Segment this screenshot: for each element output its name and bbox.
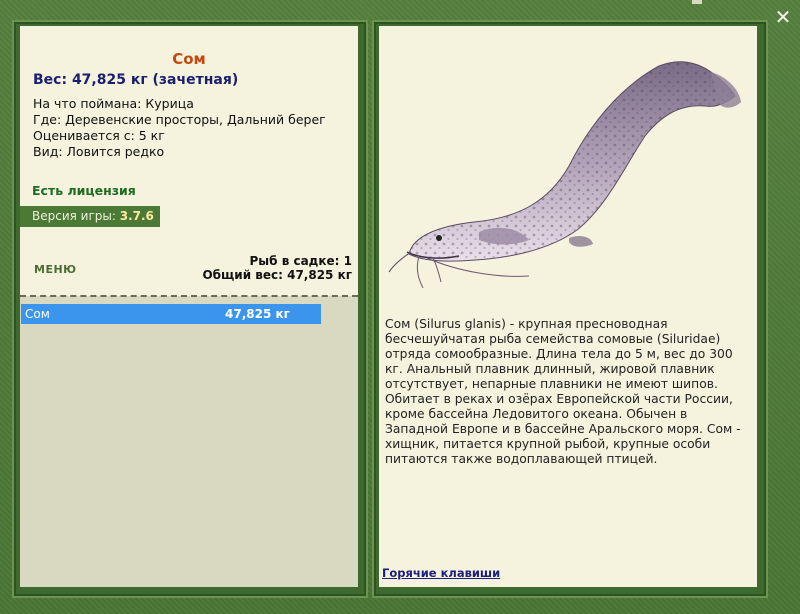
fish-description-panel: Сом (Silurus glanis) - крупная пресновод… [379,26,757,587]
fish-info-section: Сом Вес: 47,825 кг (зачетная) На что пой… [20,26,358,296]
fish-name-title: Сом [172,50,206,68]
window-handle [692,0,702,4]
menu-button[interactable]: МЕНЮ [34,263,77,276]
version-label: Версия игры: [32,209,116,223]
fish-weight: Вес: 47,825 кг (зачетная) [33,72,239,88]
catfish-image [388,61,741,289]
version-number: 3.7.6 [119,209,154,223]
close-icon[interactable]: ✕ [772,6,794,28]
catch-fish-name: Сом [25,307,50,321]
fish-kind: Вид: Ловится редко [33,144,165,159]
fish-description: Сом (Silurus glanis) - крупная пресновод… [385,317,741,466]
fish-place: Где: Деревенские просторы, Дальний берег [33,112,326,127]
catch-fish-weight: 47,825 кг [225,307,290,321]
fish-evaluated: Оценивается с: 5 кг [33,128,165,143]
game-version-bar: Версия игры: 3.7.6 [20,206,160,227]
catch-list-item[interactable]: Сом 47,825 кг [21,304,321,324]
license-status: Есть лицензия [32,183,136,198]
divider [20,295,358,297]
cage-total-weight: Общий вес: 47,825 кг [202,268,352,282]
fish-bait: На что поймана: Курица [33,96,194,111]
catch-panel: Сом Вес: 47,825 кг (зачетная) На что пой… [20,26,358,587]
cage-count: Рыб в садке: 1 [249,254,353,268]
hotkeys-link[interactable]: Горячие клавиши [382,566,500,580]
cage-summary: Рыб в садке: 1 Общий вес: 47,825 кг [202,254,352,282]
